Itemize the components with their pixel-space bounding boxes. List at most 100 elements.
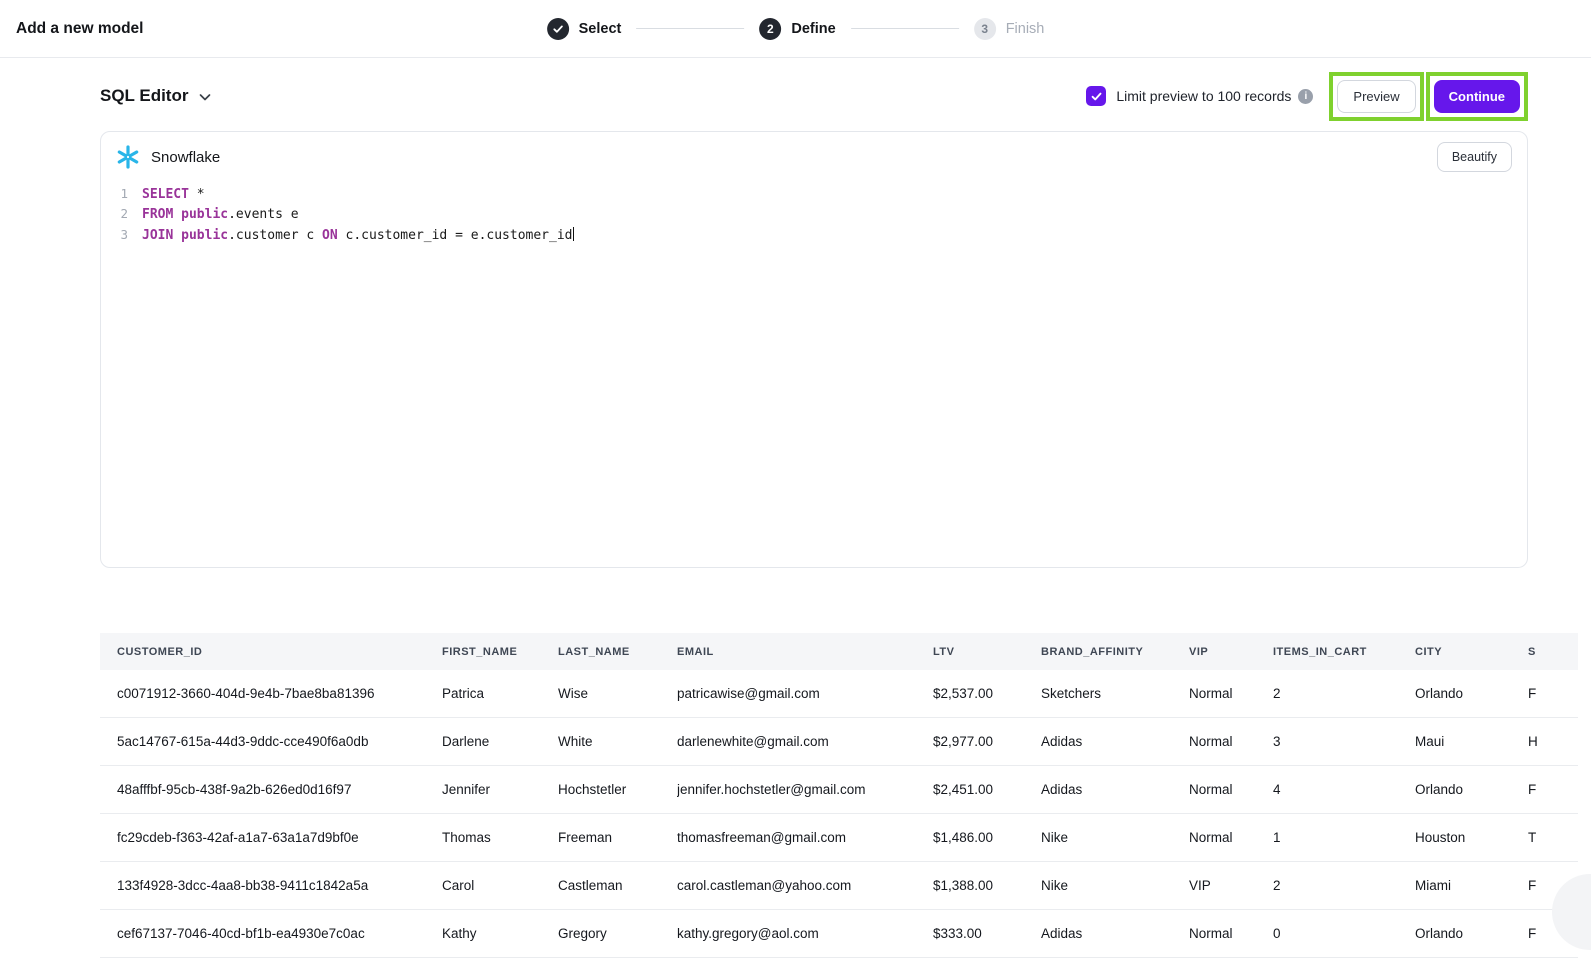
step-connector xyxy=(636,28,744,30)
table-cell: 133f4928-3dcc-4aa8-bb38-9411c1842a5a xyxy=(100,878,442,893)
table-cell: Miami xyxy=(1415,878,1528,893)
preview-results-table: CUSTOMER_IDFIRST_NAMELAST_NAMEEMAILLTVBR… xyxy=(100,633,1578,958)
table-row: 5ac14767-615a-44d3-9ddc-cce490f6a0dbDarl… xyxy=(100,718,1578,766)
table-cell: Orlando xyxy=(1415,926,1528,941)
limit-preview-checkbox[interactable] xyxy=(1086,86,1106,106)
preview-button[interactable]: Preview xyxy=(1337,80,1415,113)
table-cell: 1 xyxy=(1273,830,1415,845)
table-cell: kathy.gregory@aol.com xyxy=(677,926,933,941)
highlight-box-continue: Continue xyxy=(1426,72,1528,121)
table-cell: Houston xyxy=(1415,830,1528,845)
table-cell: $1,486.00 xyxy=(933,830,1041,845)
table-cell: Adidas xyxy=(1041,926,1189,941)
table-cell: patricawise@gmail.com xyxy=(677,686,933,701)
table-cell: Normal xyxy=(1189,782,1273,797)
table-cell: darlenewhite@gmail.com xyxy=(677,734,933,749)
table-cell: 5ac14767-615a-44d3-9ddc-cce490f6a0db xyxy=(100,734,442,749)
code-line: 3JOIN public.customer c ON c.customer_id… xyxy=(114,225,1527,245)
beautify-button[interactable]: Beautify xyxy=(1437,142,1512,172)
table-cell: $333.00 xyxy=(933,926,1041,941)
table-cell: $1,388.00 xyxy=(933,878,1041,893)
table-cell: $2,977.00 xyxy=(933,734,1041,749)
continue-button[interactable]: Continue xyxy=(1434,80,1520,113)
snowflake-icon xyxy=(115,144,141,170)
table-cell: Orlando xyxy=(1415,686,1528,701)
table-cell: Maui xyxy=(1415,734,1528,749)
source-name: Snowflake xyxy=(151,149,220,166)
column-header: CITY xyxy=(1415,646,1528,658)
table-cell: 4 xyxy=(1273,782,1415,797)
table-cell: Normal xyxy=(1189,926,1273,941)
page-title: Add a new model xyxy=(16,20,143,38)
table-cell: Normal xyxy=(1189,734,1273,749)
step-finish: 3 Finish xyxy=(974,18,1045,40)
table-cell: F xyxy=(1528,782,1578,797)
highlight-box-preview: Preview xyxy=(1329,72,1423,121)
table-cell: $2,537.00 xyxy=(933,686,1041,701)
sql-editor-card: Snowflake Beautify 1SELECT *2FROM public… xyxy=(100,131,1528,568)
info-icon[interactable]: i xyxy=(1298,89,1313,104)
table-cell: Nike xyxy=(1041,830,1189,845)
column-header: LTV xyxy=(933,646,1041,658)
step-finish-label: Finish xyxy=(1006,21,1045,37)
table-cell: White xyxy=(558,734,677,749)
toolbar-right: Limit preview to 100 records i Preview C… xyxy=(1086,72,1528,121)
table-cell: Nike xyxy=(1041,878,1189,893)
code-editor[interactable]: 1SELECT *2FROM public.events e3JOIN publ… xyxy=(101,178,1527,528)
sql-editor-dropdown[interactable]: SQL Editor xyxy=(100,86,212,106)
code-line: 1SELECT * xyxy=(114,184,1527,204)
table-cell: F xyxy=(1528,686,1578,701)
step-select-circle xyxy=(547,18,569,40)
table-cell: c0071912-3660-404d-9e4b-7bae8ba81396 xyxy=(100,686,442,701)
column-header: VIP xyxy=(1189,646,1273,658)
table-cell: Orlando xyxy=(1415,782,1528,797)
stepper: Select 2 Define 3 Finish xyxy=(547,18,1045,40)
table-row: fc29cdeb-f363-42af-a1a7-63a1a7d9bf0eThom… xyxy=(100,814,1578,862)
table-row: cef67137-7046-40cd-bf1b-ea4930e7c0acKath… xyxy=(100,910,1578,958)
column-header: S xyxy=(1528,646,1578,658)
line-number: 3 xyxy=(114,225,128,244)
step-connector xyxy=(851,28,959,30)
chevron-down-icon xyxy=(198,89,212,103)
table-cell: Adidas xyxy=(1041,734,1189,749)
table-cell: Normal xyxy=(1189,830,1273,845)
table-cell: jennifer.hochstetler@gmail.com xyxy=(677,782,933,797)
limit-preview-label: Limit preview to 100 records xyxy=(1116,88,1291,104)
table-row: c0071912-3660-404d-9e4b-7bae8ba81396Patr… xyxy=(100,670,1578,718)
table-cell: carol.castleman@yahoo.com xyxy=(677,878,933,893)
table-cell: 0 xyxy=(1273,926,1415,941)
table-cell: Jennifer xyxy=(442,782,558,797)
main-content: SQL Editor Limit preview to 100 records … xyxy=(100,73,1528,568)
table-cell: Kathy xyxy=(442,926,558,941)
table-row: 48afffbf-95cb-438f-9a2b-626ed0d16f97Jenn… xyxy=(100,766,1578,814)
step-define[interactable]: 2 Define xyxy=(759,18,835,40)
table-cell: Gregory xyxy=(558,926,677,941)
column-header: BRAND_AFFINITY xyxy=(1041,646,1189,658)
table-cell: Patrica xyxy=(442,686,558,701)
step-select[interactable]: Select xyxy=(547,18,622,40)
table-cell: Freeman xyxy=(558,830,677,845)
table-cell: T xyxy=(1528,830,1578,845)
table-cell: Hochstetler xyxy=(558,782,677,797)
table-body: c0071912-3660-404d-9e4b-7bae8ba81396Patr… xyxy=(100,670,1578,958)
check-icon xyxy=(552,23,564,35)
table-cell: 48afffbf-95cb-438f-9a2b-626ed0d16f97 xyxy=(100,782,442,797)
table-cell: 2 xyxy=(1273,878,1415,893)
step-define-label: Define xyxy=(791,21,835,37)
table-cell: Thomas xyxy=(442,830,558,845)
table-cell: Carol xyxy=(442,878,558,893)
sql-editor-dropdown-label: SQL Editor xyxy=(100,86,188,106)
column-header: CUSTOMER_ID xyxy=(100,646,442,658)
column-header: EMAIL xyxy=(677,646,933,658)
table-cell: Wise xyxy=(558,686,677,701)
table-cell: Castleman xyxy=(558,878,677,893)
column-header: ITEMS_IN_CART xyxy=(1273,646,1415,658)
editor-header: Snowflake Beautify xyxy=(101,132,1527,178)
line-number: 1 xyxy=(114,184,128,203)
column-header: FIRST_NAME xyxy=(442,646,558,658)
table-cell: 3 xyxy=(1273,734,1415,749)
table-cell: fc29cdeb-f363-42af-a1a7-63a1a7d9bf0e xyxy=(100,830,442,845)
step-define-circle: 2 xyxy=(759,18,781,40)
text-cursor xyxy=(573,227,575,241)
table-cell: Normal xyxy=(1189,686,1273,701)
